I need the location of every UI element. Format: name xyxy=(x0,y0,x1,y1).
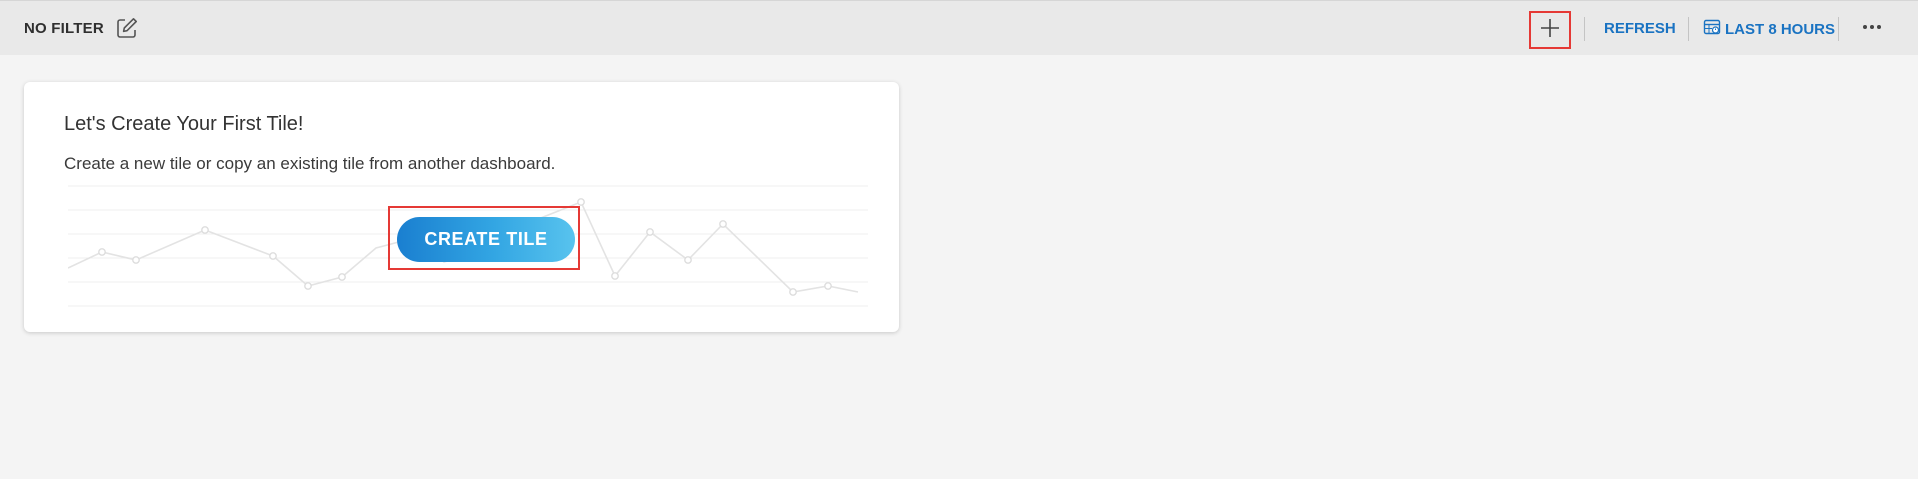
plus-icon xyxy=(1539,17,1561,44)
calendar-icon xyxy=(1703,18,1721,40)
card-subtitle: Create a new tile or copy an existing ti… xyxy=(64,154,556,173)
toolbar-divider xyxy=(1688,17,1689,41)
refresh-button[interactable]: REFRESH xyxy=(1604,20,1676,37)
create-tile-button[interactable]: CREATE TILE xyxy=(397,217,575,262)
card-title: Let's Create Your First Tile! xyxy=(64,113,304,135)
empty-dashboard-card: Let's Create Your First Tile! Create a n… xyxy=(24,82,899,332)
edit-icon[interactable] xyxy=(115,16,139,40)
time-range-label: LAST 8 HOURS xyxy=(1725,20,1836,38)
time-range-button[interactable]: LAST 8 HOURS xyxy=(1703,18,1835,40)
toolbar-divider xyxy=(1584,17,1585,41)
toolbar-divider xyxy=(1838,17,1839,41)
filter-label: NO FILTER xyxy=(24,20,104,37)
add-tile-button[interactable] xyxy=(1529,11,1571,49)
dashboard-toolbar: NO FILTER REFRESH LAST 8 HOURS xyxy=(0,0,1918,55)
more-icon[interactable] xyxy=(1860,15,1884,39)
